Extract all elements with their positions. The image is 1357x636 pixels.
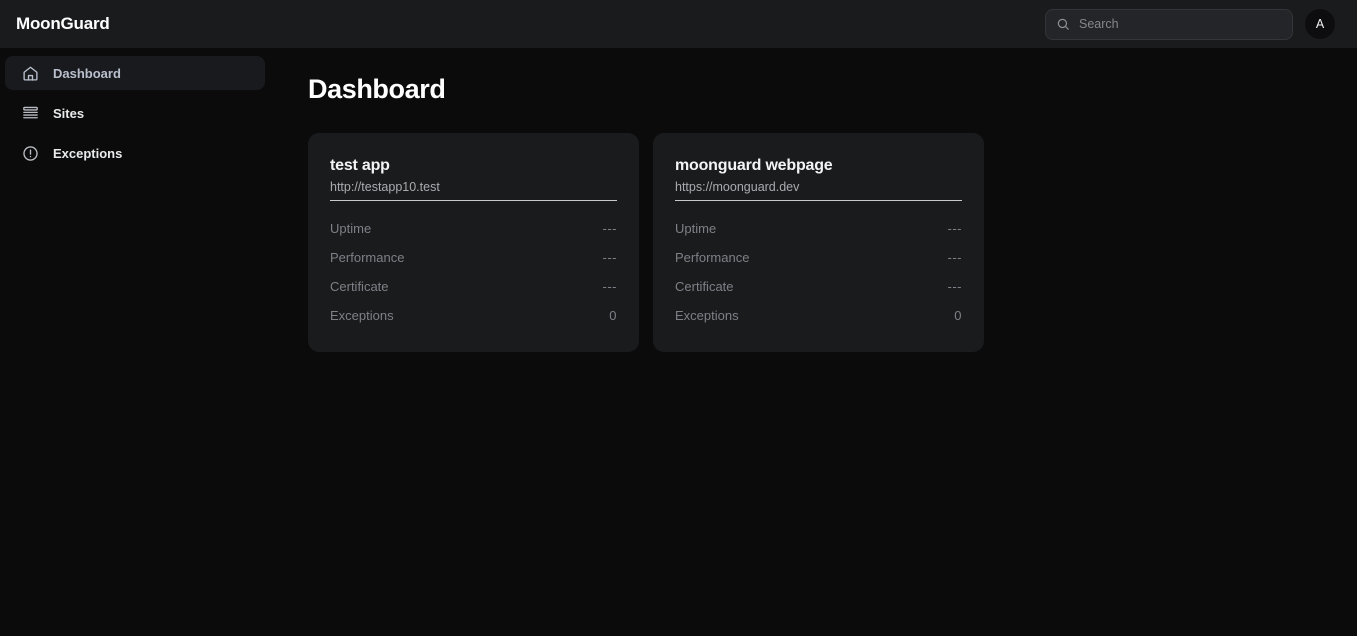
stack-icon — [22, 105, 39, 122]
page-body: Dashboard Sites Exceptions Dashboard tes… — [0, 48, 1357, 636]
sidebar-nav: Dashboard Sites Exceptions — [0, 48, 280, 636]
metric-label: Uptime — [330, 221, 372, 236]
sidebar-item-label: Exceptions — [53, 145, 123, 161]
metric-value: --- — [947, 279, 962, 294]
metric-label: Exceptions — [675, 308, 739, 323]
sidebar-item-exceptions[interactable]: Exceptions — [5, 136, 265, 170]
alert-circle-icon — [22, 145, 39, 162]
metric-row-certificate: Certificate --- — [330, 272, 617, 301]
search-icon — [1056, 17, 1070, 31]
metric-label: Certificate — [675, 279, 734, 294]
metric-row-uptime: Uptime --- — [675, 214, 962, 243]
site-card-title: moonguard webpage — [675, 157, 833, 174]
sidebar-item-sites[interactable]: Sites — [5, 96, 265, 130]
sidebar-item-dashboard[interactable]: Dashboard — [5, 56, 265, 90]
metric-row-exceptions: Exceptions 0 — [675, 301, 962, 330]
metric-value: --- — [947, 250, 962, 265]
metric-value: 0 — [609, 308, 617, 323]
app-brand-logo: MoonGuard — [16, 14, 110, 33]
metric-row-performance: Performance --- — [330, 243, 617, 272]
page-title: Dashboard — [308, 74, 446, 104]
metric-label: Uptime — [675, 221, 717, 236]
metric-value: --- — [602, 250, 617, 265]
avatar-initial: A — [1315, 17, 1325, 31]
metric-label: Performance — [330, 250, 405, 265]
metric-row-exceptions: Exceptions 0 — [330, 301, 617, 330]
metric-label: Performance — [675, 250, 750, 265]
search-box[interactable] — [1045, 8, 1293, 40]
search-input[interactable] — [1079, 17, 1282, 31]
sidebar-item-label: Sites — [53, 105, 85, 121]
top-header: MoonGuard A — [0, 0, 1357, 48]
site-cards-grid: test app http://testapp10.test Uptime --… — [308, 133, 1333, 352]
site-card[interactable]: moonguard webpage https://moonguard.dev … — [653, 133, 984, 352]
sidebar-item-label: Dashboard — [53, 65, 121, 81]
app-root: MoonGuard A — [0, 0, 1357, 636]
metric-value: --- — [602, 221, 617, 236]
metric-label: Exceptions — [330, 308, 394, 323]
site-card-title: test app — [330, 157, 390, 174]
metric-value: --- — [602, 279, 617, 294]
main-content: Dashboard test app http://testapp10.test… — [280, 48, 1357, 636]
site-card-url[interactable]: https://moonguard.dev — [675, 180, 962, 201]
metric-label: Certificate — [330, 279, 389, 294]
metric-row-performance: Performance --- — [675, 243, 962, 272]
metric-row-certificate: Certificate --- — [675, 272, 962, 301]
metric-row-uptime: Uptime --- — [330, 214, 617, 243]
header-actions: A — [1045, 8, 1335, 40]
metric-value: 0 — [954, 308, 962, 323]
site-card[interactable]: test app http://testapp10.test Uptime --… — [308, 133, 639, 352]
user-avatar[interactable]: A — [1305, 9, 1335, 39]
site-card-url[interactable]: http://testapp10.test — [330, 180, 617, 201]
home-icon — [22, 65, 39, 82]
metric-value: --- — [947, 221, 962, 236]
